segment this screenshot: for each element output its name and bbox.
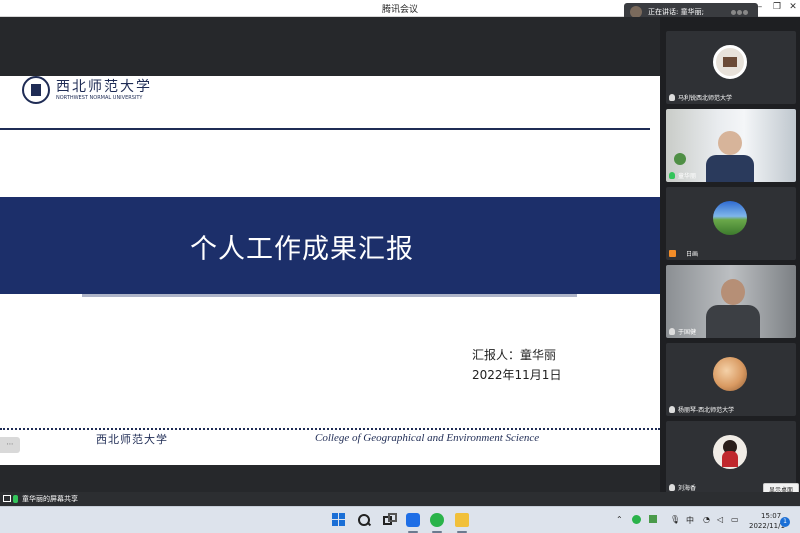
- volume-icon[interactable]: ◁: [717, 515, 723, 524]
- ime-indicator[interactable]: 中: [686, 515, 694, 526]
- windows-start-icon[interactable]: [332, 513, 346, 527]
- participant-name: 马利锐西北师范大学: [678, 95, 733, 102]
- university-name-en: NORTHWEST NORMAL UNIVERSITY: [56, 95, 143, 101]
- title-band: 个人工作成果汇报: [0, 197, 660, 294]
- footer-divider: [0, 428, 660, 430]
- university-name-cn: 西北师范大学: [56, 79, 152, 95]
- participant-name: 杨丽琴-西北师范大学: [678, 407, 735, 414]
- footer-university-cn: 西北师范大学: [96, 433, 168, 446]
- title-underline: [82, 294, 577, 297]
- taskbar: ⌃ 🎙 中 ◔ ◁ ▭ 15:07 2022/11/1 1: [0, 506, 800, 533]
- wechat-tray-icon[interactable]: [632, 515, 641, 524]
- screen-share-icon: [3, 495, 11, 502]
- search-icon[interactable]: [357, 513, 371, 527]
- footer-college-en: College of Geographical and Environment …: [315, 432, 540, 444]
- participant-name: 于国健: [678, 329, 697, 336]
- university-logo-icon: [22, 76, 50, 104]
- slide-title: 个人工作成果汇报: [190, 234, 414, 265]
- battery-icon[interactable]: ▭: [731, 515, 739, 524]
- speaking-label: 正在讲话: 童华丽;: [648, 8, 704, 16]
- presentation-slide: 西北师范大学 NORTHWEST NORMAL UNIVERSITY 个人工作成…: [0, 76, 660, 465]
- notification-badge[interactable]: 1: [780, 517, 790, 527]
- presenter-text: 汇报人：童华丽: [472, 348, 557, 362]
- chevron-up-icon[interactable]: ⌃: [616, 515, 623, 524]
- participant-tile[interactable]: 日画: [666, 187, 796, 260]
- avatar: [713, 357, 747, 391]
- maximize-button[interactable]: ❐: [770, 2, 784, 12]
- clock-time[interactable]: 15:07: [761, 512, 781, 520]
- participant-tile[interactable]: 于国健: [666, 265, 796, 338]
- screen-share-label: 童华丽的屏幕共享: [22, 495, 78, 503]
- participant-name: 刘海香: [678, 485, 697, 492]
- report-date: 2022年11月1日: [472, 368, 562, 382]
- speaker-thumbnails: [730, 9, 750, 15]
- participant-tile[interactable]: 马利锐西北师范大学: [666, 31, 796, 104]
- mic-icon: [13, 495, 18, 503]
- shared-screen-area: 西北师范大学 NORTHWEST NORMAL UNIVERSITY 个人工作成…: [0, 17, 660, 492]
- task-view-icon[interactable]: [383, 513, 397, 527]
- network-icon[interactable]: ◔: [703, 515, 710, 524]
- participant-name: 童华丽: [678, 173, 697, 180]
- file-explorer-icon[interactable]: [455, 513, 469, 527]
- participant-tile[interactable]: 杨丽琴-西北师范大学: [666, 343, 796, 416]
- tencent-meeting-icon[interactable]: [406, 513, 420, 527]
- avatar: [713, 45, 747, 79]
- participant-list: 马利锐西北师范大学 童华丽 日画 于国健 杨丽琴-西北师范大学 刘海香: [660, 17, 800, 494]
- microphone-icon[interactable]: 🎙: [670, 515, 680, 524]
- wechat-icon[interactable]: [430, 513, 444, 527]
- screen-share-bar: 童华丽的屏幕共享: [0, 492, 800, 506]
- participant-tile-active[interactable]: 童华丽: [666, 109, 796, 182]
- header-divider: [0, 128, 650, 130]
- participant-name: 日画: [686, 251, 699, 258]
- avatar: [713, 435, 747, 469]
- side-panel-handle[interactable]: ⋯: [0, 437, 20, 453]
- avatar: [713, 201, 747, 235]
- security-tray-icon[interactable]: [649, 515, 657, 523]
- close-button[interactable]: ✕: [786, 2, 800, 12]
